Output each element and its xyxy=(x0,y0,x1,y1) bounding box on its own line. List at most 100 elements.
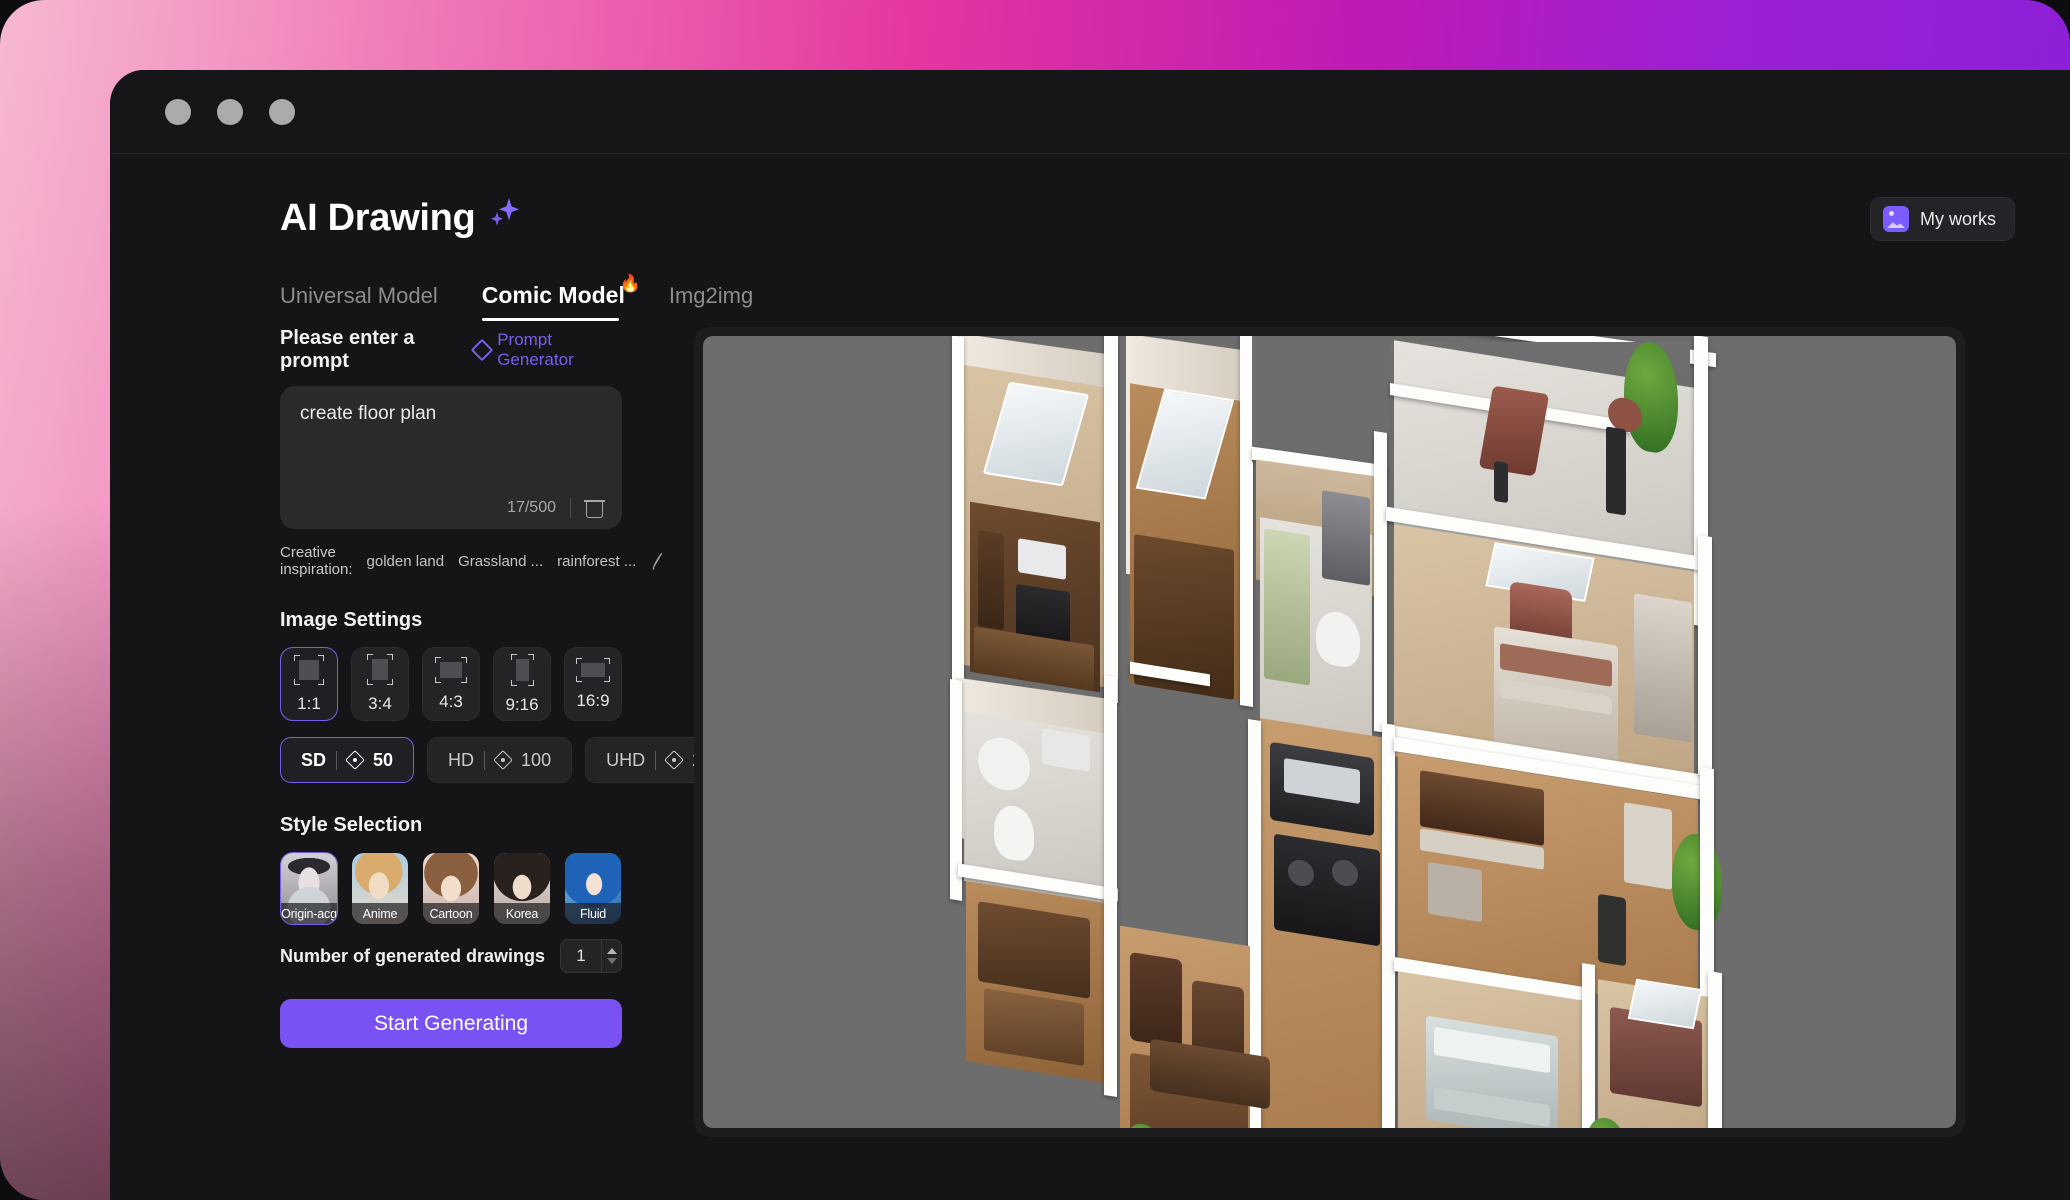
frame-icon xyxy=(435,657,467,683)
generated-count-label: Number of generated drawings xyxy=(280,946,545,967)
divider xyxy=(484,751,485,770)
window-titlebar xyxy=(110,70,2070,154)
frame-corner xyxy=(294,655,300,661)
quality-label: UHD xyxy=(606,750,645,771)
image-settings-title: Image Settings xyxy=(280,609,622,632)
style-label: Korea xyxy=(494,903,550,924)
frame-icon xyxy=(294,655,324,685)
my-works-label: My works xyxy=(1920,209,1996,230)
quality-hd[interactable]: HD 100 xyxy=(427,737,572,783)
style-label: Cartoon xyxy=(423,903,479,924)
quality-credits: 50 xyxy=(373,750,393,771)
quality-sd[interactable]: SD 50 xyxy=(280,737,414,783)
image-icon xyxy=(1883,206,1909,232)
frame-icon xyxy=(367,654,393,685)
prompt-generator-label: Prompt Generator xyxy=(497,330,622,370)
stepper-arrows[interactable] xyxy=(601,940,621,972)
tab-comic-model[interactable]: Comic Model 🔥 xyxy=(482,282,625,321)
creative-inspiration-label: Creative inspiration: xyxy=(280,544,353,578)
aspect-ratio-16-9[interactable]: 16:9 xyxy=(564,647,622,721)
generated-image[interactable] xyxy=(934,336,1726,1128)
preview-pane xyxy=(650,327,2070,1137)
frame-fill xyxy=(516,659,529,681)
frame-corner xyxy=(435,657,441,663)
frame-fill xyxy=(299,660,319,680)
quality-credits: 100 xyxy=(521,750,551,771)
page-title: AI Drawing xyxy=(280,197,517,240)
tab-universal-model[interactable]: Universal Model xyxy=(280,283,438,321)
style-card-anime[interactable]: Anime xyxy=(351,852,409,925)
frame-icon xyxy=(511,654,534,686)
frame-corner xyxy=(461,677,467,683)
aspect-ratio-label: 3:4 xyxy=(368,694,392,714)
character-counter: 17/500 xyxy=(507,499,556,517)
aspect-ratio-label: 1:1 xyxy=(297,694,321,714)
start-generating-button[interactable]: Start Generating xyxy=(280,999,622,1048)
aspect-ratio-label: 4:3 xyxy=(439,692,463,712)
frame-fill xyxy=(372,659,388,680)
tab-img2img[interactable]: Img2img xyxy=(669,283,753,321)
main-area: Please enter a prompt Prompt Generator c… xyxy=(110,327,2070,1137)
my-works-button[interactable]: My works xyxy=(1870,197,2015,241)
style-card-korea[interactable]: Korea xyxy=(493,852,551,925)
divider xyxy=(336,751,337,770)
maximize-button[interactable] xyxy=(269,99,295,125)
frame-corner xyxy=(576,658,582,664)
tab-label: Comic Model xyxy=(482,282,625,308)
prompt-footer: 17/500 xyxy=(507,497,604,518)
style-group: Origin-acg Anime Cartoon Korea xyxy=(280,852,622,925)
tab-label: Img2img xyxy=(669,283,753,308)
prompt-generator-button[interactable]: Prompt Generator xyxy=(474,330,622,370)
preview-canvas[interactable] xyxy=(703,336,1956,1128)
frame-fill xyxy=(440,662,462,678)
quality-group: SD 50 HD 100 UHD 2 xyxy=(280,737,622,783)
frame-corner xyxy=(367,654,373,660)
aspect-ratio-label: 9:16 xyxy=(505,695,538,715)
sparkle-icon xyxy=(485,202,517,236)
stepper-decrement-icon[interactable] xyxy=(607,958,617,964)
frame-corner xyxy=(511,654,517,660)
model-tabs: Universal Model Comic Model 🔥 Img2img xyxy=(110,275,2070,321)
creative-inspiration-row: Creative inspiration: golden land Grassl… xyxy=(280,544,622,578)
inspiration-chip-1[interactable]: Grassland ... xyxy=(458,553,543,570)
app-window: AI Drawing My works Universal Model Comi… xyxy=(110,70,2070,1200)
frame-corner xyxy=(511,680,517,686)
style-selection-title: Style Selection xyxy=(280,814,622,837)
quantity-value[interactable]: 1 xyxy=(561,946,601,966)
aspect-ratio-4-3[interactable]: 4:3 xyxy=(422,647,480,721)
frame-corner xyxy=(318,655,324,661)
close-button[interactable] xyxy=(165,99,191,125)
controls-pane: Please enter a prompt Prompt Generator c… xyxy=(110,327,650,1137)
generated-count-row: Number of generated drawings 1 xyxy=(280,939,622,973)
frame-corner xyxy=(294,679,300,685)
fire-icon: 🔥 xyxy=(620,274,641,294)
aspect-ratio-label: 16:9 xyxy=(576,691,609,711)
aspect-ratio-1-1[interactable]: 1:1 xyxy=(280,647,338,721)
inspiration-chip-2[interactable]: rainforest ... xyxy=(557,553,636,570)
style-card-origin-acg[interactable]: Origin-acg xyxy=(280,852,338,925)
prompt-input[interactable]: create floor plan 17/500 xyxy=(280,386,622,529)
app-content: AI Drawing My works Universal Model Comi… xyxy=(110,155,2070,1200)
frame-corner xyxy=(387,679,393,685)
preview-container xyxy=(694,327,1965,1137)
frame-corner xyxy=(387,654,393,660)
inspiration-chip-0[interactable]: golden land xyxy=(367,553,445,570)
aspect-ratio-9-16[interactable]: 9:16 xyxy=(493,647,551,721)
frame-icon xyxy=(576,658,610,682)
style-card-cartoon[interactable]: Cartoon xyxy=(422,852,480,925)
trash-icon[interactable] xyxy=(585,497,604,518)
frame-corner xyxy=(528,680,534,686)
prompt-value[interactable]: create floor plan xyxy=(300,403,602,425)
frame-corner xyxy=(604,658,610,664)
header-row: AI Drawing My works xyxy=(110,197,2070,253)
aspect-ratio-group: 1:1 3:4 4:3 9:16 xyxy=(280,647,622,721)
frame-corner xyxy=(318,679,324,685)
quantity-stepper[interactable]: 1 xyxy=(560,939,622,973)
frame-corner xyxy=(461,657,467,663)
aspect-ratio-3-4[interactable]: 3:4 xyxy=(351,647,409,721)
minimize-button[interactable] xyxy=(217,99,243,125)
style-card-fluid[interactable]: Fluid xyxy=(564,852,622,925)
page-title-text: AI Drawing xyxy=(280,197,475,240)
stepper-increment-icon[interactable] xyxy=(607,948,617,954)
prompt-header: Please enter a prompt Prompt Generator xyxy=(280,327,622,373)
